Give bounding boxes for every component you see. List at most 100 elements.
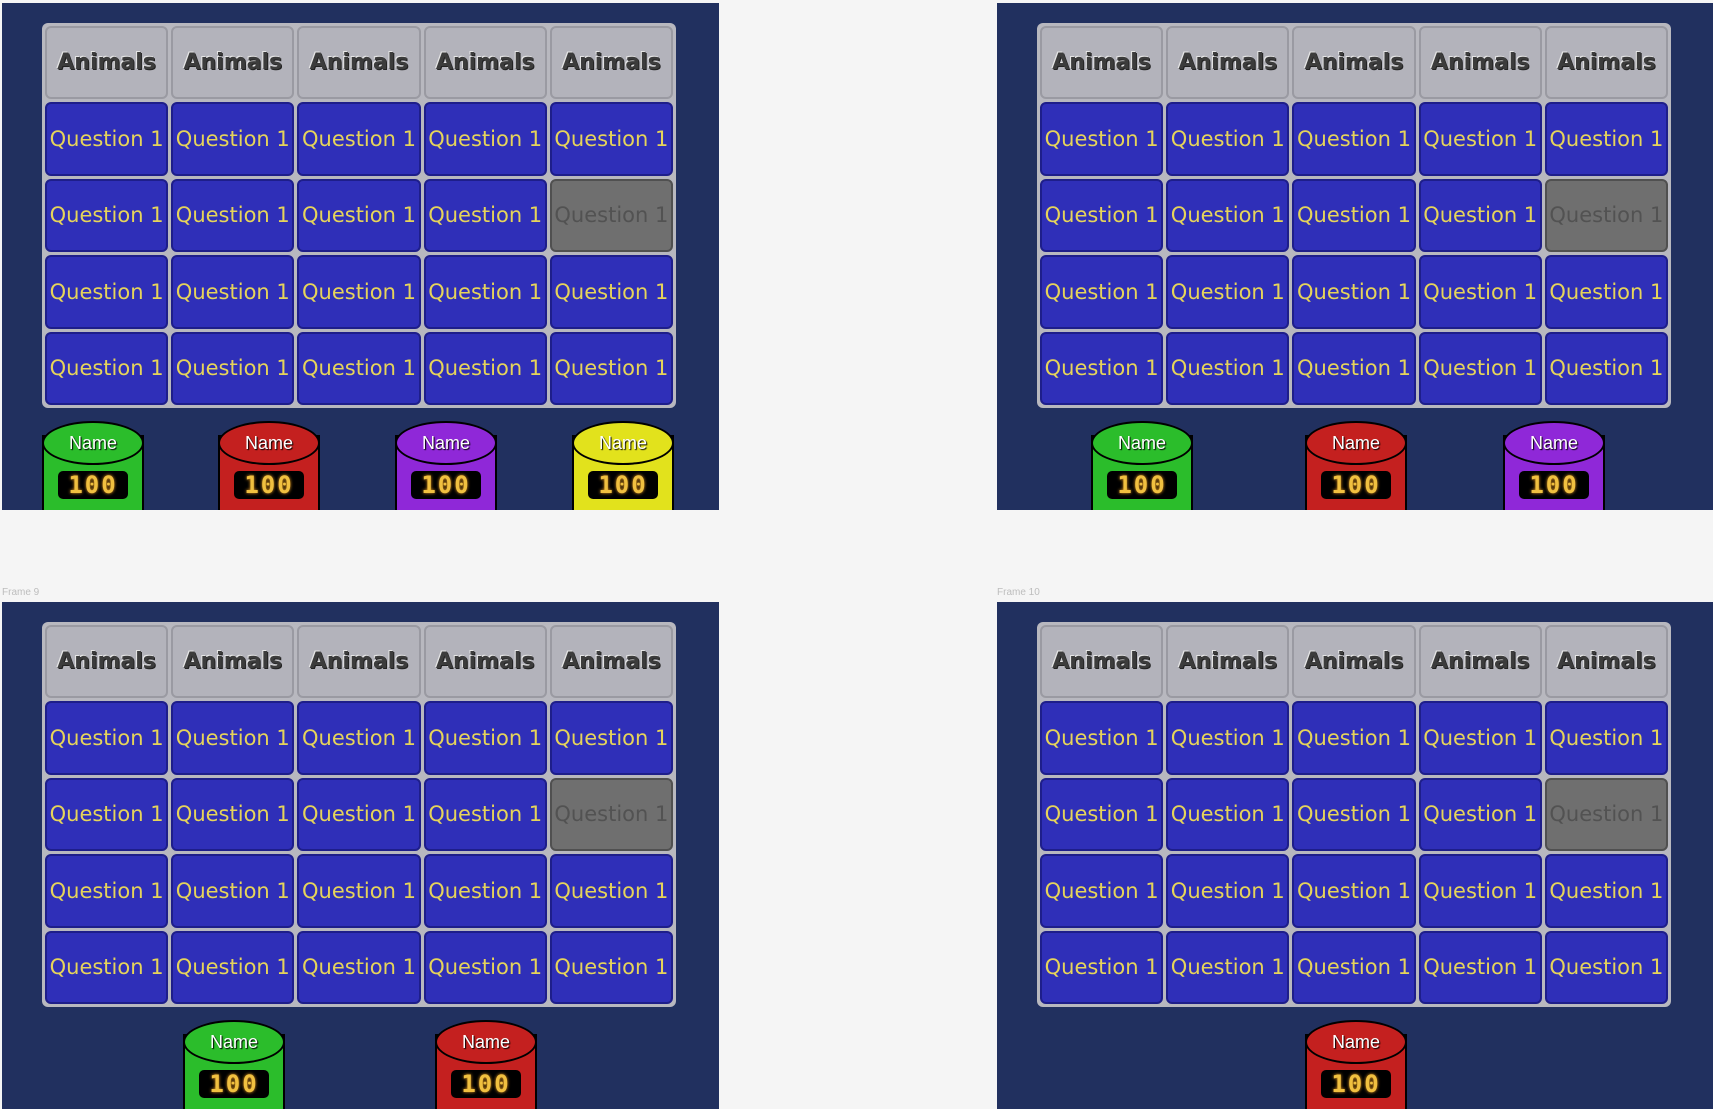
question-tile[interactable]: Question 1 [423, 331, 547, 405]
player-name: Name [183, 1020, 285, 1064]
question-tile[interactable]: Question 1 [1292, 930, 1416, 1004]
question-tile[interactable]: Question 1 [297, 255, 421, 329]
question-tile[interactable]: Question 1 [171, 930, 295, 1004]
question-tile[interactable]: Question 1 [423, 930, 547, 1004]
question-tile[interactable]: Question 1 [1292, 255, 1416, 329]
question-tile[interactable]: Question 1 [45, 701, 169, 775]
question-tile[interactable]: Question 1 [1544, 701, 1668, 775]
question-tile[interactable]: Question 1 [1544, 255, 1668, 329]
question-tile[interactable]: Question 1 [297, 854, 421, 928]
question-tile[interactable]: Question 1 [297, 102, 421, 176]
question-tile[interactable]: Question 1 [1544, 930, 1668, 1004]
question-tile[interactable]: Question 1 [45, 255, 169, 329]
question-tile[interactable]: Question 1 [1418, 777, 1542, 852]
question-tile[interactable]: Question 1 [423, 255, 547, 329]
player-name: Name [395, 421, 497, 465]
question-tile[interactable]: Question 1 [1292, 701, 1416, 775]
player-score: 100 [234, 471, 304, 499]
question-tile[interactable]: Question 1 [549, 331, 673, 405]
category-header: Animals [423, 625, 547, 699]
player-score: 100 [1107, 471, 1177, 499]
category-header: Animals [45, 26, 169, 100]
question-tile[interactable]: Question 1 [297, 331, 421, 405]
question-tile[interactable]: Question 1 [1166, 331, 1290, 405]
question-tile[interactable]: Question 1 [1292, 178, 1416, 253]
question-tile[interactable]: Question 1 [297, 777, 421, 852]
category-header: Animals [549, 26, 673, 100]
question-tile[interactable]: Question 1 [1418, 854, 1542, 928]
question-tile[interactable]: Question 1 [171, 331, 295, 405]
question-tile[interactable]: Question 1 [1418, 102, 1542, 176]
game-board: Animals Animals Animals Animals Animals Quest… [1037, 622, 1671, 1007]
question-tile[interactable]: Question 1 [1418, 930, 1542, 1004]
question-tile[interactable]: Question 1 [1292, 854, 1416, 928]
player-podium: Name 100 [435, 1020, 537, 1109]
player-name: Name [1305, 1020, 1407, 1064]
question-tile[interactable]: Question 1 [1292, 331, 1416, 405]
category-header: Animals [297, 26, 421, 100]
question-tile[interactable]: Question 1 [423, 777, 547, 852]
question-tile[interactable]: Question 1 [171, 178, 295, 253]
question-tile[interactable]: Question 1 [1040, 102, 1164, 176]
game-board: Animals Animals Animals Animals Animals Quest… [1037, 23, 1671, 408]
question-tile[interactable]: Question 1 [1166, 854, 1290, 928]
question-tile[interactable]: Question 1 [1418, 255, 1542, 329]
category-header: Animals [1418, 26, 1542, 100]
question-tile[interactable]: Question 1 [1040, 854, 1164, 928]
player-name: Name [1305, 421, 1407, 465]
question-tile[interactable]: Question 1 [1040, 777, 1164, 852]
question-tile[interactable]: Question 1 [423, 102, 547, 176]
question-tile[interactable]: Question 1 [1040, 178, 1164, 253]
question-tile[interactable]: Question 1 [1166, 777, 1290, 852]
question-tile[interactable]: Question 1 [1166, 255, 1290, 329]
question-tile[interactable]: Question 1 [297, 930, 421, 1004]
question-tile[interactable]: Question 1 [423, 854, 547, 928]
question-tile[interactable]: Question 1 [1166, 102, 1290, 176]
category-header: Animals [45, 625, 169, 699]
question-tile[interactable]: Question 1 [1292, 777, 1416, 852]
player-name: Name [1503, 421, 1605, 465]
question-tile-used: Question 1 [1544, 777, 1668, 852]
question-tile[interactable]: Question 1 [171, 701, 295, 775]
question-tile[interactable]: Question 1 [171, 102, 295, 176]
player-name: Name [218, 421, 320, 465]
question-tile[interactable]: Question 1 [45, 930, 169, 1004]
question-tile[interactable]: Question 1 [1040, 701, 1164, 775]
question-tile[interactable]: Question 1 [297, 178, 421, 253]
question-tile[interactable]: Question 1 [423, 701, 547, 775]
question-tile[interactable]: Question 1 [1292, 102, 1416, 176]
question-tile[interactable]: Question 1 [1166, 930, 1290, 1004]
question-tile[interactable]: Question 1 [1544, 854, 1668, 928]
question-tile-used: Question 1 [549, 178, 673, 253]
question-tile[interactable]: Question 1 [1544, 331, 1668, 405]
question-tile[interactable]: Question 1 [45, 777, 169, 852]
question-tile[interactable]: Question 1 [423, 178, 547, 253]
question-tile[interactable]: Question 1 [1418, 331, 1542, 405]
question-tile[interactable]: Question 1 [549, 854, 673, 928]
question-tile[interactable]: Question 1 [1418, 701, 1542, 775]
question-tile[interactable]: Question 1 [171, 777, 295, 852]
question-tile[interactable]: Question 1 [1040, 930, 1164, 1004]
question-tile[interactable]: Question 1 [171, 854, 295, 928]
category-header: Animals [171, 625, 295, 699]
category-header: Animals [1544, 26, 1668, 100]
question-tile[interactable]: Question 1 [45, 102, 169, 176]
question-tile[interactable]: Question 1 [549, 701, 673, 775]
question-tile[interactable]: Question 1 [45, 178, 169, 253]
player-podium: Name 100 [42, 421, 144, 510]
question-tile[interactable]: Question 1 [45, 854, 169, 928]
question-tile[interactable]: Question 1 [1040, 331, 1164, 405]
question-tile[interactable]: Question 1 [549, 930, 673, 1004]
question-tile[interactable]: Question 1 [45, 331, 169, 405]
question-tile[interactable]: Question 1 [171, 255, 295, 329]
category-header: Animals [171, 26, 295, 100]
question-tile[interactable]: Question 1 [549, 102, 673, 176]
question-tile[interactable]: Question 1 [549, 255, 673, 329]
player-score: 100 [1519, 471, 1589, 499]
question-tile[interactable]: Question 1 [297, 701, 421, 775]
question-tile[interactable]: Question 1 [1166, 178, 1290, 253]
question-tile[interactable]: Question 1 [1166, 701, 1290, 775]
question-tile[interactable]: Question 1 [1040, 255, 1164, 329]
question-tile[interactable]: Question 1 [1418, 178, 1542, 253]
question-tile[interactable]: Question 1 [1544, 102, 1668, 176]
